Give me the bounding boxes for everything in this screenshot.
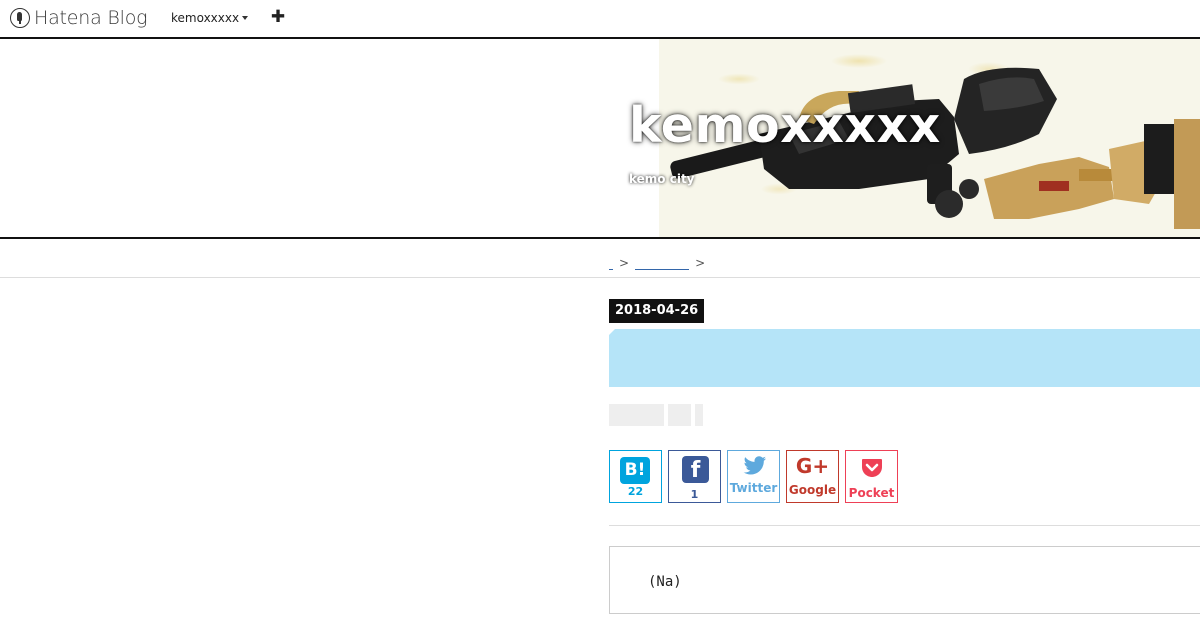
category-tag[interactable] — [695, 404, 703, 426]
twitter-bird-icon — [743, 456, 767, 475]
entry-title[interactable] — [609, 329, 1200, 387]
divider — [609, 525, 1200, 526]
add-new-button[interactable]: ✚ — [270, 7, 286, 27]
pocket-label: Pocket — [848, 486, 895, 500]
breadcrumb-separator: > — [619, 256, 630, 270]
category-tag[interactable] — [609, 404, 664, 426]
twitter-share-button[interactable]: Twitter — [727, 450, 780, 503]
breadcrumb: > > — [609, 256, 711, 270]
category-tag[interactable] — [668, 404, 691, 426]
facebook-icon: f — [682, 456, 709, 483]
entry-date-badge[interactable]: 2018-04-26 — [609, 299, 705, 323]
blog-header: kemoxxxxx kemo city — [0, 39, 1200, 239]
hatena-bookmark-button[interactable]: B! 22 — [609, 450, 662, 503]
breadcrumb-category-link[interactable] — [635, 257, 690, 270]
hatena-logo-icon — [10, 8, 30, 28]
breadcrumb-home-link[interactable] — [609, 257, 613, 270]
breadcrumb-separator: > — [695, 256, 706, 270]
caret-down-icon — [242, 16, 249, 20]
hatena-bookmark-count: 22 — [627, 485, 644, 498]
logo-text: Hatena Blog — [34, 7, 148, 29]
google-label: Google — [788, 483, 837, 497]
hatena-bookmark-icon: B! — [620, 457, 650, 484]
user-menu-label: kemoxxxxx — [171, 11, 240, 25]
twitter-label: Twitter — [729, 481, 778, 495]
global-header: Hatena Blog kemoxxxxx ✚ — [0, 0, 1200, 39]
share-buttons: B! 22 f 1 Twitter G+ Google Pocket — [609, 450, 904, 503]
entry-categories — [609, 404, 707, 426]
blog-title[interactable]: kemoxxxxx — [629, 97, 941, 154]
google-plus-icon: G+ — [795, 454, 830, 478]
pocket-icon — [862, 459, 882, 477]
entry-body-text: (Na) — [648, 574, 682, 590]
facebook-share-button[interactable]: f 1 — [668, 450, 721, 503]
blog-description: kemo city — [629, 172, 695, 186]
entry-content: (Na) — [609, 546, 1200, 614]
google-plus-share-button[interactable]: G+ Google — [786, 450, 839, 503]
facebook-share-count: 1 — [690, 488, 699, 501]
hatena-blog-logo[interactable]: Hatena Blog — [10, 7, 148, 29]
pocket-share-button[interactable]: Pocket — [845, 450, 898, 503]
user-menu-dropdown[interactable]: kemoxxxxx — [171, 11, 249, 25]
breadcrumb-bar: > > — [0, 239, 1200, 278]
